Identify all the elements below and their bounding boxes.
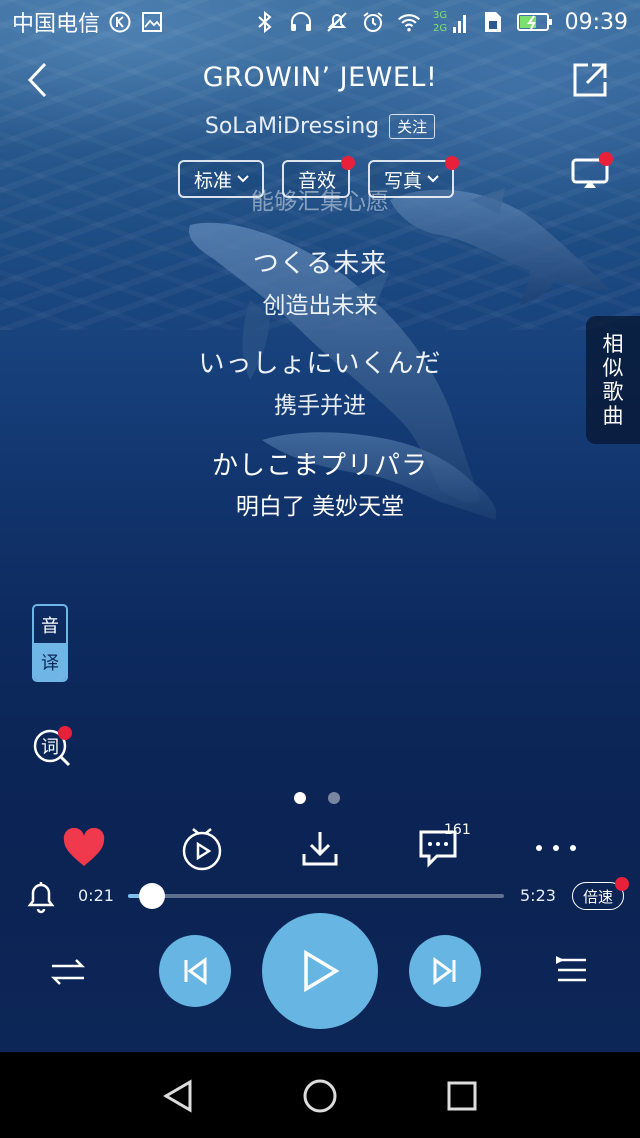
like-button[interactable] xyxy=(60,824,108,872)
play-mode-button[interactable] xyxy=(48,952,88,992)
back-button[interactable] xyxy=(18,60,58,100)
play-button[interactable] xyxy=(262,913,378,1029)
nav-recents-button[interactable] xyxy=(440,1074,484,1118)
translation-option[interactable]: 译 xyxy=(34,643,66,680)
previous-track-button[interactable] xyxy=(159,935,231,1007)
lyric-translation: 携手并进 xyxy=(274,393,366,419)
page-indicator xyxy=(294,792,340,804)
artist-row: SoLaMiDressing 关注 xyxy=(0,114,640,139)
playlist-icon xyxy=(556,956,586,982)
lyric-line: 能够汇集心愿 xyxy=(251,189,389,215)
triangle-back-icon xyxy=(163,1079,192,1113)
carrier-name: 中国电信 xyxy=(12,12,101,37)
total-time: 5:23 xyxy=(520,886,556,905)
bell-icon xyxy=(27,882,55,914)
new-indicator-dot xyxy=(615,877,629,891)
comment-count: 161 xyxy=(444,822,471,838)
playback-speed-label: 倍速 xyxy=(582,887,613,906)
skip-previous-icon xyxy=(184,957,207,985)
square-recents-icon xyxy=(447,1081,477,1111)
tv-play-icon xyxy=(182,828,222,871)
chevron-left-icon xyxy=(27,62,47,98)
circle-home-icon xyxy=(303,1079,337,1113)
similar-songs-char: 曲 xyxy=(602,404,624,428)
playlist-button[interactable] xyxy=(552,952,592,992)
download-icon xyxy=(302,832,338,866)
nav-back-button[interactable] xyxy=(156,1074,200,1118)
new-indicator-dot xyxy=(58,726,72,740)
clock-time: 09:39 xyxy=(564,9,628,35)
skip-next-icon xyxy=(433,957,456,985)
lyric-translation-current: 明白了 美妙天堂 xyxy=(235,494,405,520)
new-indicator-dot xyxy=(599,152,613,166)
page-dot-active[interactable] xyxy=(294,792,306,804)
share-button[interactable] xyxy=(570,60,610,100)
image-icon xyxy=(140,10,164,34)
similar-songs-tab[interactable]: 相 似 歌 曲 xyxy=(586,316,640,444)
lyric-line: いっしょにいくんだ xyxy=(198,349,442,379)
alarm-icon xyxy=(361,10,385,34)
lyric-search-button[interactable]: 词 xyxy=(30,726,74,770)
follow-button[interactable]: 关注 xyxy=(389,114,436,139)
share-icon xyxy=(573,63,607,97)
network-badge-3g: 3G xyxy=(433,10,447,21)
download-button[interactable] xyxy=(296,824,344,872)
lyric-translation: 创造出未来 xyxy=(262,293,378,319)
new-indicator-dot xyxy=(341,156,356,170)
playback-speed-button[interactable]: 倍速 xyxy=(572,877,629,910)
battery-charging-icon xyxy=(516,10,553,34)
progress-bar[interactable] xyxy=(128,883,504,909)
song-title: GROWIN’ JEWEL! xyxy=(202,62,438,93)
network-badge-2g: 2G xyxy=(433,23,447,34)
page-dot[interactable] xyxy=(328,792,340,804)
more-button[interactable] xyxy=(532,824,580,872)
headphones-icon xyxy=(289,10,313,34)
next-track-button[interactable] xyxy=(409,935,481,1007)
system-nav-bar xyxy=(0,1052,640,1138)
more-dots-icon xyxy=(536,845,576,851)
similar-songs-char: 似 xyxy=(602,356,624,380)
new-indicator-dot xyxy=(445,156,460,170)
lyric-line-current: かしこまプリパラ xyxy=(211,451,428,481)
sleep-timer-button[interactable] xyxy=(24,878,58,914)
phonetic-option[interactable]: 音 xyxy=(34,606,66,643)
play-icon xyxy=(304,949,340,993)
similar-songs-char: 相 xyxy=(602,332,624,356)
status-bar: 中国电信 3G 2G 09:39 xyxy=(0,0,640,44)
wifi-icon xyxy=(397,10,421,34)
similar-songs-char: 歌 xyxy=(602,380,624,404)
sim-icon xyxy=(481,10,505,34)
signal-icon: 3G 2G xyxy=(433,10,469,34)
translation-toggle[interactable]: 音 译 xyxy=(32,604,68,682)
mute-icon xyxy=(325,10,349,34)
nav-home-button[interactable] xyxy=(298,1074,342,1118)
artist-name[interactable]: SoLaMiDressing xyxy=(205,114,379,139)
lyric-search-label: 词 xyxy=(41,737,59,758)
bluetooth-icon xyxy=(253,10,277,34)
lyric-line: つくる未来 xyxy=(252,249,388,279)
shuffle-order-icon xyxy=(50,959,86,985)
heart-icon xyxy=(63,828,105,866)
k-circle-icon xyxy=(108,10,132,34)
mv-button[interactable] xyxy=(178,824,226,872)
current-time: 0:21 xyxy=(78,886,114,905)
